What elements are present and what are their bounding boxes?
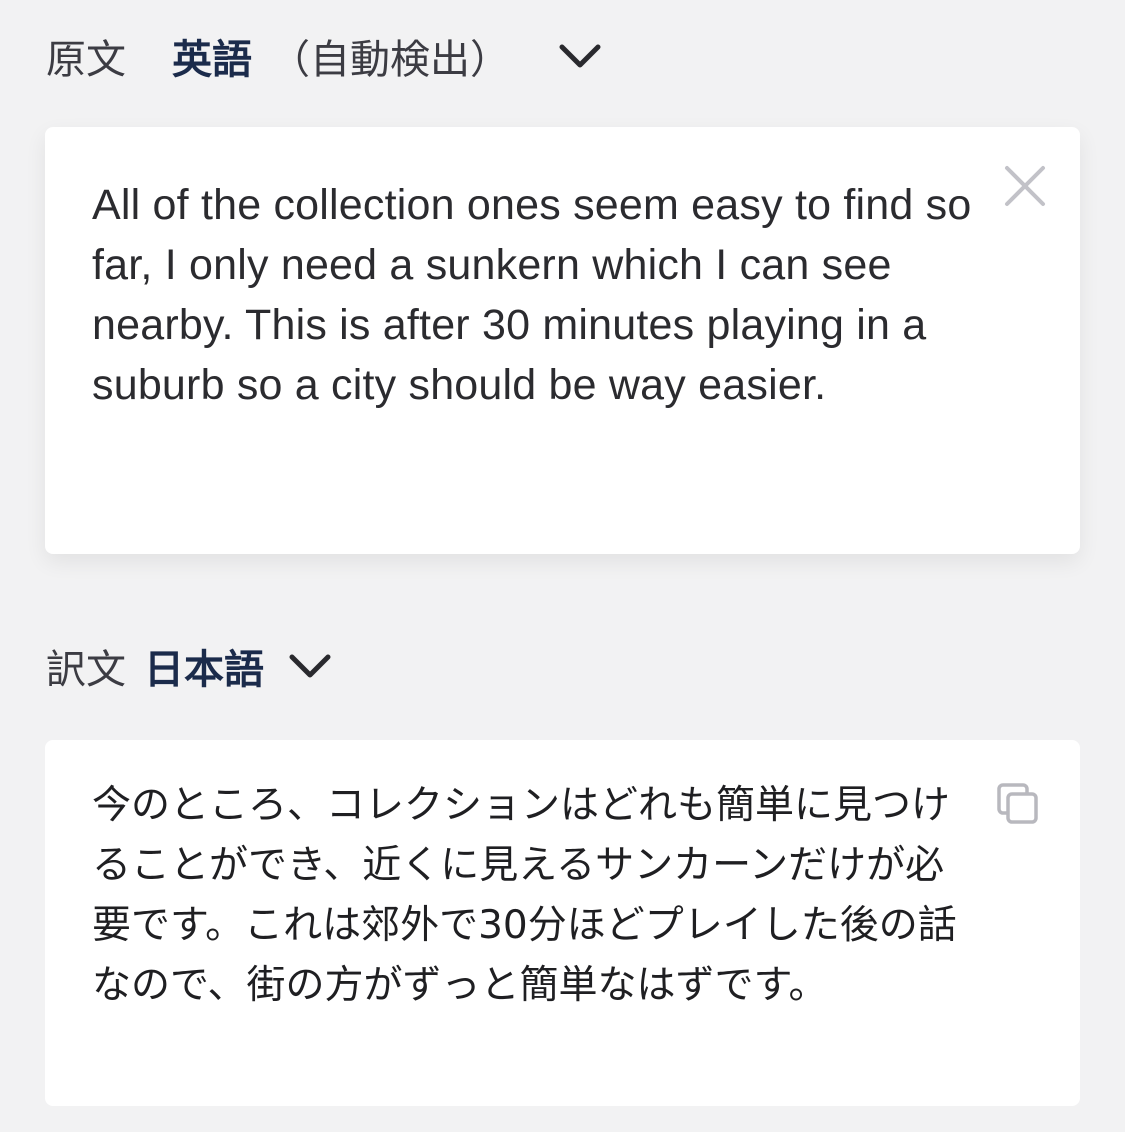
source-language-row: 原文 英語 （自動検出） bbox=[46, 26, 606, 86]
target-language-selector[interactable]: 日本語 bbox=[144, 637, 264, 695]
close-icon bbox=[1005, 166, 1045, 206]
translation-card: 今のところ、コレクションはどれも簡単に見つけることができ、近くに見えるサンカーン… bbox=[45, 740, 1080, 1106]
copy-button[interactable] bbox=[994, 780, 1042, 828]
source-language-selector[interactable]: 英語 bbox=[172, 27, 252, 85]
source-text-card: All of the collection ones seem easy to … bbox=[45, 127, 1080, 554]
translation-text: 今のところ、コレクションはどれも簡単に見つけることができ、近くに見えるサンカーン… bbox=[92, 783, 957, 1008]
clear-button[interactable] bbox=[1000, 161, 1050, 211]
source-text-input[interactable]: All of the collection ones seem easy to … bbox=[92, 175, 992, 415]
copy-icon bbox=[997, 783, 1038, 824]
source-label: 原文 bbox=[46, 37, 126, 83]
target-language-row: 訳文 日本語 bbox=[46, 636, 336, 696]
chevron-down-icon[interactable] bbox=[284, 640, 336, 692]
chevron-down-icon[interactable] bbox=[554, 30, 606, 82]
auto-detect-note: （自動検出） bbox=[270, 37, 510, 83]
target-label: 訳文 bbox=[46, 647, 126, 693]
